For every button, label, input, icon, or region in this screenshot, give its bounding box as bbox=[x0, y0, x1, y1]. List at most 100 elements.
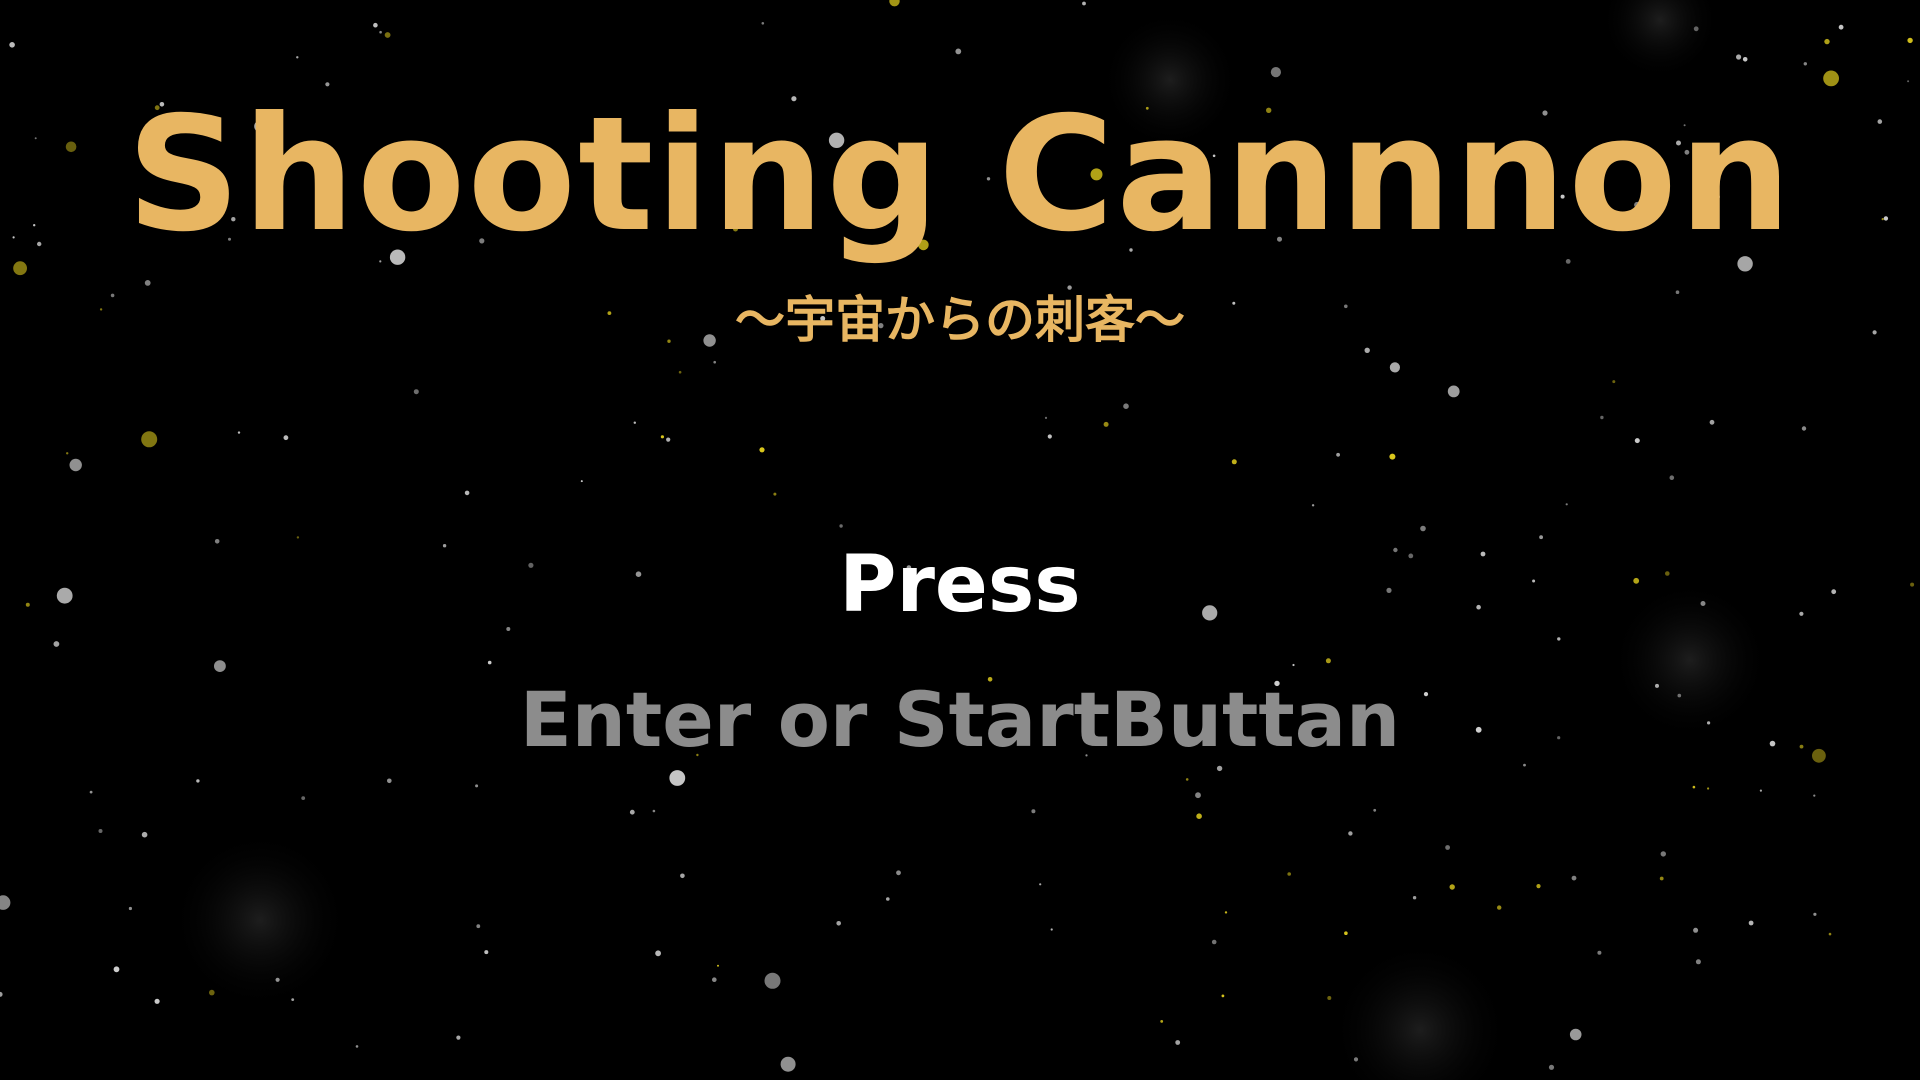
star-icon bbox=[1175, 1040, 1181, 1045]
star-icon bbox=[128, 906, 132, 911]
star-icon bbox=[1224, 911, 1228, 914]
star-icon bbox=[836, 921, 841, 926]
star-icon bbox=[1389, 453, 1396, 460]
star-icon bbox=[1292, 663, 1295, 667]
star-icon bbox=[761, 22, 765, 25]
star-icon bbox=[1373, 808, 1377, 812]
star-icon bbox=[1270, 67, 1281, 78]
start-prompt[interactable]: Enter or StartButtan bbox=[0, 672, 1920, 768]
star-icon bbox=[1497, 905, 1502, 910]
star-icon bbox=[666, 437, 671, 442]
star-icon bbox=[0, 895, 11, 910]
star-icon bbox=[1389, 362, 1400, 373]
star-icon bbox=[1348, 831, 1353, 836]
star-icon bbox=[1571, 875, 1577, 881]
star-icon bbox=[1907, 37, 1913, 44]
star-icon bbox=[484, 950, 489, 955]
star-icon bbox=[1709, 419, 1715, 425]
star-icon bbox=[1044, 416, 1048, 419]
star-icon bbox=[413, 389, 419, 395]
star-icon bbox=[1557, 637, 1561, 641]
star-icon bbox=[89, 790, 93, 794]
star-icon bbox=[1211, 939, 1217, 945]
star-icon bbox=[896, 870, 901, 876]
star-icon bbox=[1196, 813, 1202, 819]
star-icon bbox=[154, 998, 160, 1004]
star-icon bbox=[1600, 415, 1604, 420]
star-icon bbox=[475, 784, 479, 788]
star-icon bbox=[1185, 778, 1189, 781]
game-title: Shooting Cannnon bbox=[126, 83, 1794, 267]
star-icon bbox=[1736, 54, 1742, 60]
star-icon bbox=[1412, 896, 1417, 900]
star-icon bbox=[384, 32, 391, 38]
star-icon bbox=[669, 770, 686, 786]
star-icon bbox=[141, 831, 148, 838]
star-icon bbox=[1801, 426, 1807, 431]
star-icon bbox=[373, 22, 378, 28]
star-icon bbox=[1287, 872, 1291, 876]
star-icon bbox=[1707, 787, 1710, 790]
star-icon bbox=[209, 989, 215, 996]
star-icon bbox=[464, 490, 470, 496]
star-icon bbox=[717, 964, 719, 967]
star-icon bbox=[196, 779, 200, 783]
star-icon bbox=[1536, 884, 1541, 889]
star-icon bbox=[1660, 851, 1667, 857]
star-icon bbox=[1123, 403, 1129, 410]
star-icon bbox=[113, 966, 120, 973]
star-icon bbox=[712, 977, 717, 982]
star-icon bbox=[1569, 1028, 1582, 1041]
star-icon bbox=[629, 809, 635, 815]
star-icon bbox=[9, 42, 15, 48]
star-icon bbox=[1047, 434, 1052, 439]
star-icon bbox=[764, 972, 781, 989]
star-icon bbox=[655, 950, 661, 957]
star-icon bbox=[1031, 809, 1036, 814]
star-icon bbox=[713, 360, 716, 364]
star-icon bbox=[889, 0, 900, 7]
star-icon bbox=[1695, 959, 1701, 965]
star-icon bbox=[141, 431, 158, 448]
star-icon bbox=[1742, 57, 1748, 62]
star-icon bbox=[1327, 996, 1332, 1000]
star-icon bbox=[660, 435, 665, 439]
star-icon bbox=[773, 492, 777, 496]
star-icon bbox=[652, 809, 656, 813]
star-icon bbox=[1759, 789, 1762, 792]
star-icon bbox=[633, 421, 636, 424]
star-icon bbox=[1039, 883, 1042, 886]
star-icon bbox=[301, 796, 306, 800]
star-icon bbox=[580, 480, 583, 483]
star-icon bbox=[1634, 438, 1640, 444]
star-icon bbox=[1803, 62, 1808, 66]
star-icon bbox=[1449, 884, 1455, 890]
star-icon bbox=[283, 435, 289, 441]
star-icon bbox=[1824, 38, 1830, 45]
press-label: Press bbox=[839, 540, 1081, 630]
glow bbox=[1600, 0, 1720, 80]
glow bbox=[170, 830, 350, 1010]
star-icon bbox=[387, 778, 392, 784]
star-icon bbox=[1311, 504, 1315, 507]
star-icon bbox=[1325, 658, 1331, 664]
star-icon bbox=[1692, 785, 1696, 789]
star-icon bbox=[1050, 928, 1053, 931]
star-icon bbox=[1838, 24, 1844, 30]
star-icon bbox=[1160, 1020, 1164, 1023]
game-subtitle: 〜宇宙からの刺客〜 bbox=[735, 291, 1185, 349]
star-icon bbox=[214, 660, 226, 672]
star-icon bbox=[1336, 452, 1340, 457]
star-icon bbox=[839, 524, 843, 528]
star-icon bbox=[1828, 932, 1832, 936]
star-icon bbox=[296, 56, 299, 59]
star-icon bbox=[1082, 1, 1086, 6]
star-icon bbox=[66, 452, 69, 455]
star-icon bbox=[1353, 1057, 1359, 1062]
star-icon bbox=[1445, 845, 1450, 850]
star-icon bbox=[1813, 794, 1816, 797]
star-icon bbox=[0, 991, 3, 997]
star-icon bbox=[476, 924, 481, 929]
star-icon bbox=[1420, 525, 1426, 532]
title-screen[interactable]: Shooting Cannnon 〜宇宙からの刺客〜 Press Enter o… bbox=[0, 0, 1920, 1080]
